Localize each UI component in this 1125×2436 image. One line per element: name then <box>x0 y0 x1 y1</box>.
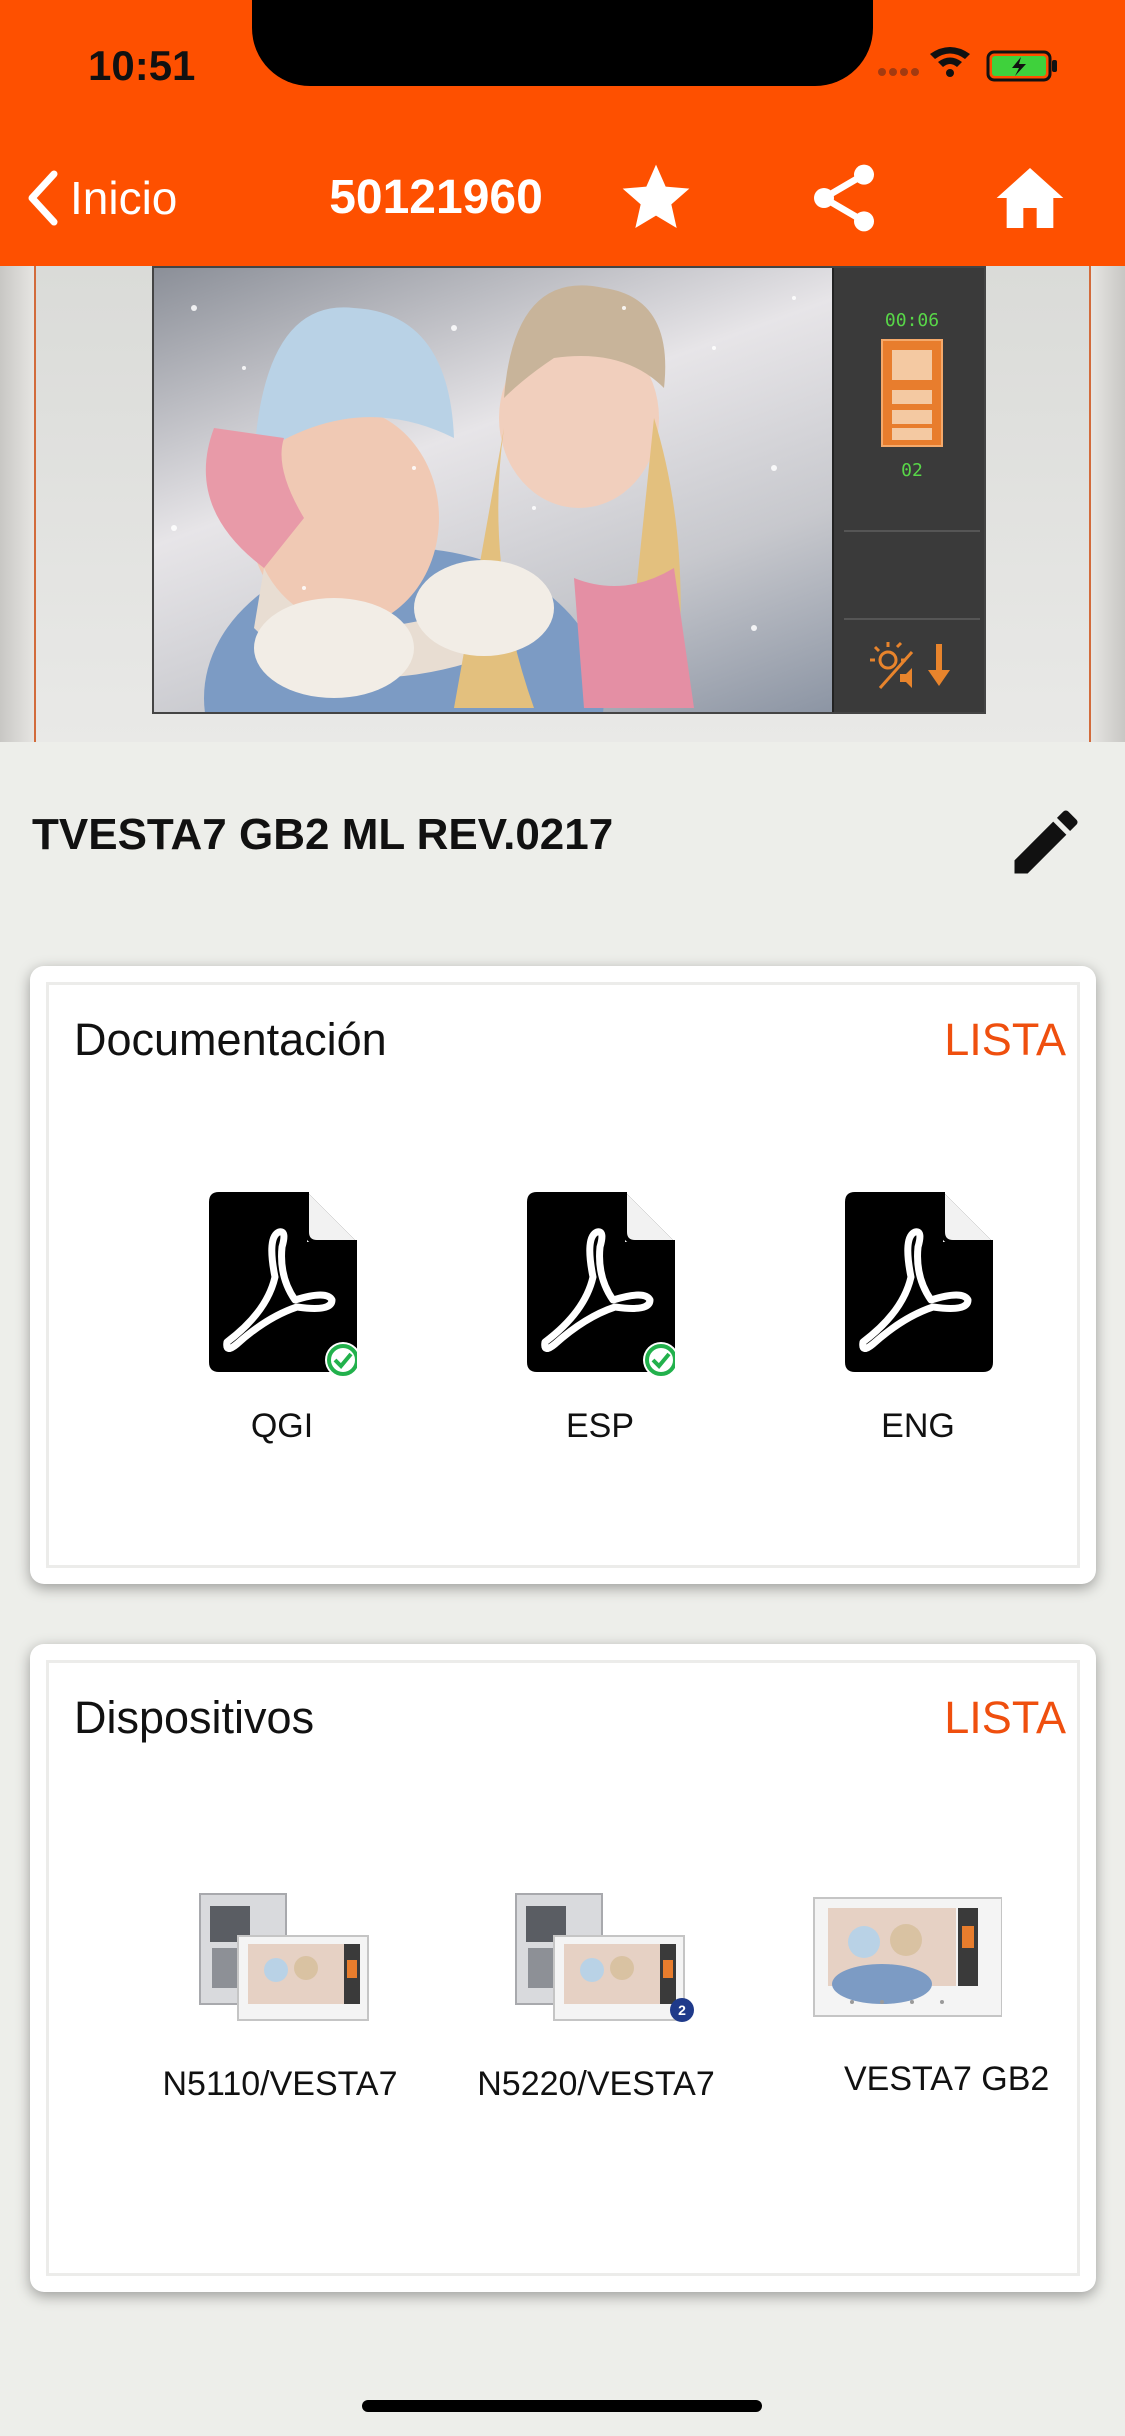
status-time: 10:51 <box>88 42 196 89</box>
device-notch <box>252 0 873 86</box>
device-label: N5110/VESTA7 <box>162 2065 398 2103</box>
device-thumbnail: 2 <box>515 1893 694 2022</box>
doc-item-esp[interactable]: ESP <box>500 1192 700 1446</box>
device-name: TVESTA7 GB2 ML REV.0217 <box>32 810 614 859</box>
quantity-badge: 2 <box>670 1998 694 2022</box>
doc-label: ENG <box>881 1407 955 1445</box>
device-item-n5110[interactable]: N5110/VESTA7 <box>150 1884 410 2104</box>
devices-list-link[interactable]: LISTA <box>944 1692 1066 1744</box>
home-button[interactable] <box>988 158 1072 243</box>
battery-icon <box>986 50 1057 82</box>
door-panel-icon <box>881 339 943 447</box>
share-button[interactable] <box>804 158 884 243</box>
device-thumbnail <box>199 1893 369 2021</box>
doc-item-eng[interactable]: ENG <box>818 1192 1018 1446</box>
devices-card: Dispositivos LISTA N5110/VESTA7 2 N5220/… <box>30 1644 1096 2292</box>
back-label: Inicio <box>70 172 178 224</box>
home-icon <box>996 168 1064 228</box>
documentation-title: Documentación <box>74 1014 387 1065</box>
device-label: VESTA7 GB2 <box>844 2060 1050 2098</box>
doc-label: QGI <box>250 1407 314 1445</box>
device-thumbnail <box>813 1897 1003 2017</box>
pdf-icon <box>527 1192 679 1378</box>
panel-number: 02 <box>901 460 923 481</box>
device-item-n5220[interactable]: 2 N5220/VESTA7 <box>466 1884 726 2104</box>
svg-text:2: 2 <box>678 2002 686 2018</box>
star-icon <box>622 164 690 228</box>
monitor-frame-right <box>1089 266 1125 742</box>
home-indicator[interactable] <box>362 2400 762 2412</box>
page-title: 50121960 <box>329 171 543 224</box>
pdf-icon <box>209 1192 361 1378</box>
share-icon <box>814 164 874 232</box>
pencil-icon <box>1014 810 1078 874</box>
product-image: 00:06 02 <box>0 266 1125 742</box>
doc-item-qgi[interactable]: QGI <box>182 1192 382 1446</box>
app-header: 10:51 Inicio 50121960 <box>0 0 1125 266</box>
device-item-vesta7[interactable]: VESTA7 GB2 <box>782 1884 1049 2099</box>
documentation-list-link[interactable]: LISTA <box>944 1014 1066 1066</box>
wifi-icon <box>930 47 970 77</box>
monitor-screen: 00:06 02 <box>152 266 986 714</box>
favorite-button[interactable] <box>616 158 696 243</box>
chevron-left-icon <box>28 170 58 226</box>
devices-title: Dispositivos <box>74 1692 315 1743</box>
signal-icon <box>878 68 919 76</box>
back-button[interactable]: Inicio <box>24 166 177 230</box>
status-icons <box>878 42 1078 82</box>
brightness-volume-icon <box>870 641 950 689</box>
doc-label: ESP <box>565 1407 635 1445</box>
panel-timer: 00:06 <box>884 310 940 331</box>
couple-photo <box>154 268 832 712</box>
documentation-card: Documentación LISTA QGI ESP ENG <box>30 966 1096 1584</box>
pdf-icon <box>845 1192 993 1372</box>
monitor-frame-left <box>0 266 36 742</box>
monitor-side-panel: 00:06 02 <box>832 268 984 712</box>
edit-button[interactable] <box>1004 800 1088 889</box>
device-label: N5220/VESTA7 <box>477 2065 715 2103</box>
